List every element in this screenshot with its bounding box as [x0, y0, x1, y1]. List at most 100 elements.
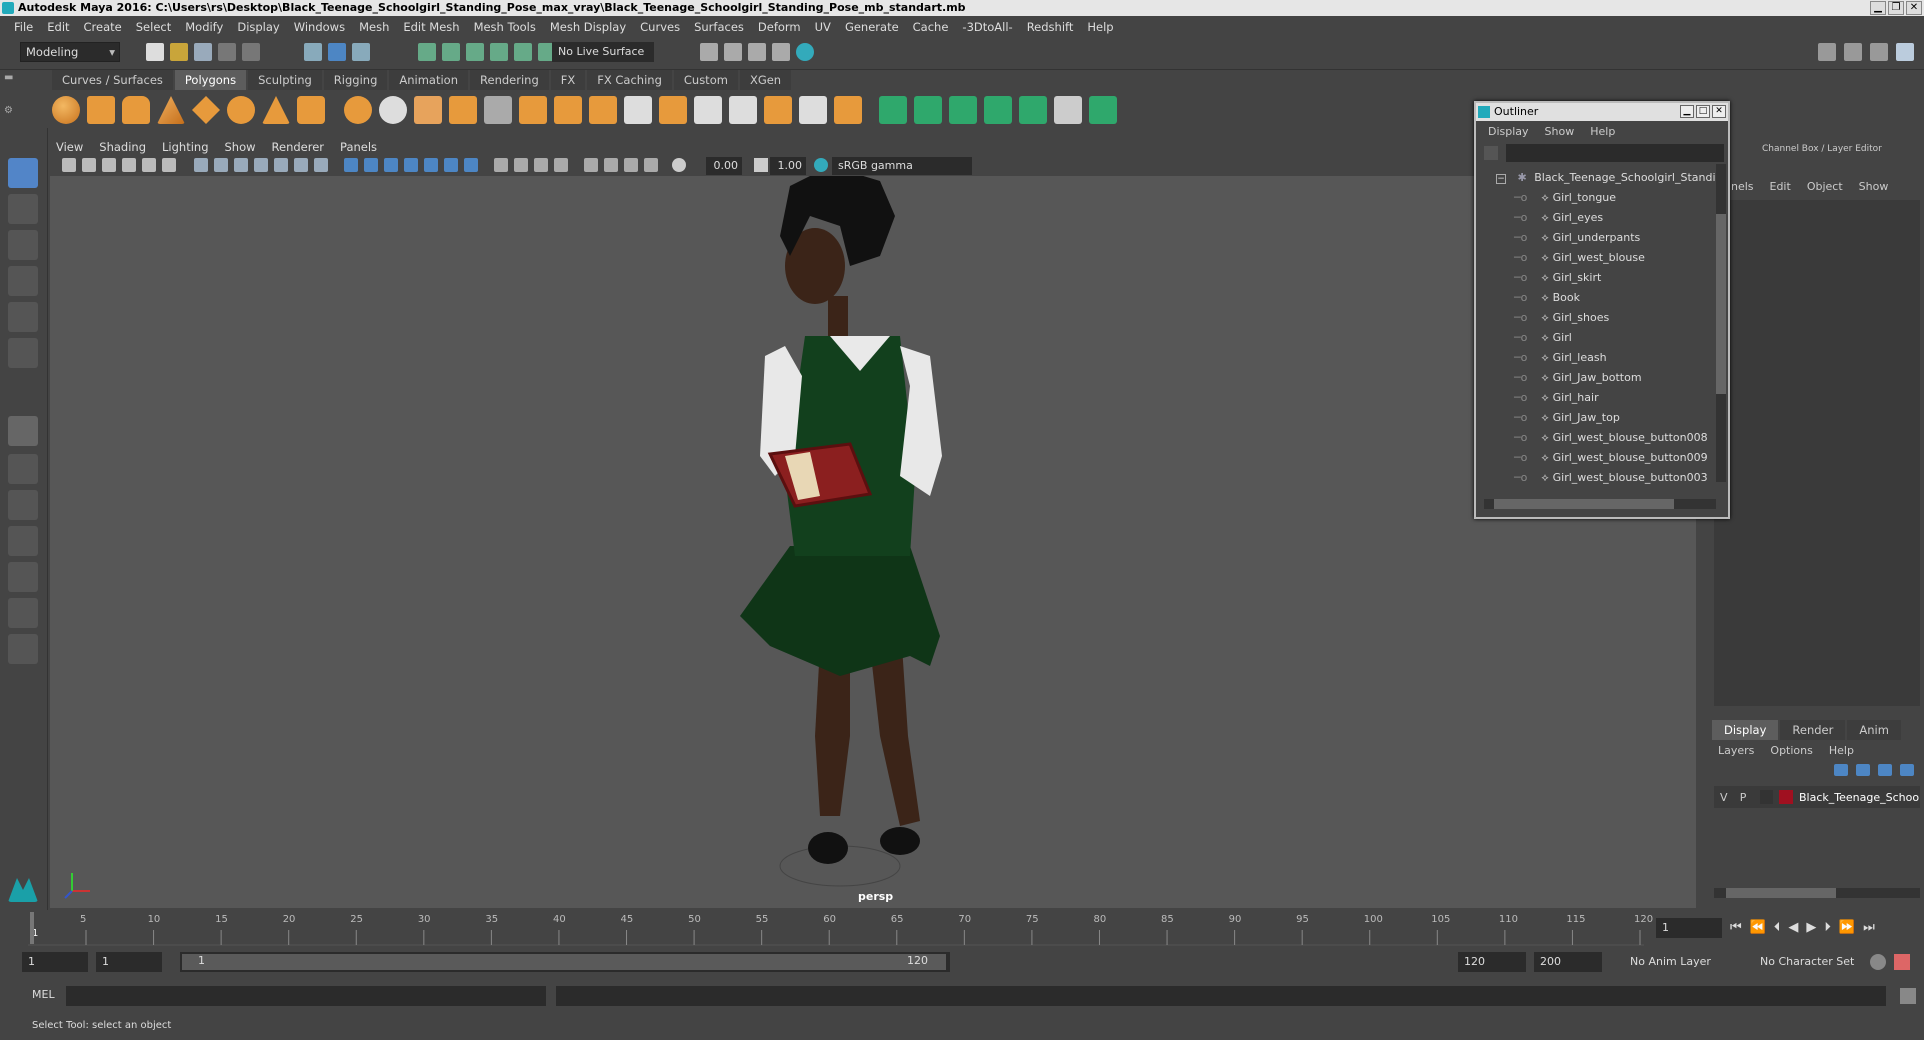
- outliner-item[interactable]: ─o ⟡ Girl_eyes: [1476, 208, 1728, 228]
- outliner-item[interactable]: ─o ⟡ Girl_shoes: [1476, 308, 1728, 328]
- outliner-menu-display[interactable]: Display: [1488, 125, 1529, 138]
- auto-key-icon[interactable]: [1870, 954, 1886, 970]
- layer-color-swatch[interactable]: [1779, 790, 1793, 804]
- cylindrical-uv-icon[interactable]: [914, 96, 942, 124]
- outliner-close-button[interactable]: ✕: [1712, 105, 1726, 118]
- safe-title-icon[interactable]: [314, 158, 328, 172]
- shelf-tab-animation[interactable]: Animation: [389, 70, 469, 90]
- depth-of-field-icon[interactable]: [554, 158, 568, 172]
- poly-plane-icon[interactable]: [192, 96, 220, 124]
- outliner-filter-icon[interactable]: [1484, 146, 1498, 160]
- persp-outliner-layout-icon[interactable]: [8, 490, 38, 520]
- outliner-search-field[interactable]: [1506, 144, 1724, 162]
- rotate-tool-icon[interactable]: [8, 302, 38, 332]
- checker-icon[interactable]: [1054, 96, 1082, 124]
- shelf-tab-rendering[interactable]: Rendering: [470, 70, 549, 90]
- view-transform-dropdown[interactable]: sRGB gamma: [832, 157, 972, 175]
- outliner-item[interactable]: ─o ⟡ Girl_west_blouse_button009: [1476, 448, 1728, 468]
- command-language-label[interactable]: MEL: [32, 988, 55, 1001]
- play-forward-icon[interactable]: ▶: [1806, 920, 1816, 935]
- attribute-editor-icon[interactable]: [1844, 43, 1862, 61]
- select-tool-icon[interactable]: [8, 158, 38, 188]
- outliner-item[interactable]: ─o ⟡ Girl_leash: [1476, 348, 1728, 368]
- menu-modify[interactable]: Modify: [185, 20, 223, 34]
- outliner-item[interactable]: ─o ⟡ Book: [1476, 288, 1728, 308]
- menu-select[interactable]: Select: [136, 20, 171, 34]
- exposure-icon[interactable]: [672, 158, 686, 172]
- menu-file[interactable]: File: [14, 20, 33, 34]
- gamma-field[interactable]: 1.00: [770, 157, 806, 175]
- select-by-component-icon[interactable]: [352, 43, 370, 61]
- target-weld-icon[interactable]: [729, 96, 757, 124]
- poly-cube-icon[interactable]: [87, 96, 115, 124]
- snap-grid-icon[interactable]: [418, 43, 436, 61]
- step-back-frame-icon[interactable]: ⏴: [1774, 920, 1781, 935]
- gamma-icon[interactable]: [754, 158, 768, 172]
- layer-visibility-toggle[interactable]: V: [1720, 791, 1734, 804]
- channel-box-toggle-icon[interactable]: [1896, 43, 1914, 61]
- outliner-item[interactable]: ─o ⟡ Girl_skirt: [1476, 268, 1728, 288]
- safe-action-icon[interactable]: [294, 158, 308, 172]
- custom-layout-icon[interactable]: [8, 634, 38, 664]
- wireframe-icon[interactable]: [344, 158, 358, 172]
- poly-cylinder-icon[interactable]: [122, 96, 150, 124]
- menu-mesh[interactable]: Mesh: [359, 20, 389, 34]
- layer-menu-options[interactable]: Options: [1770, 744, 1812, 757]
- shelf-tab-polygons[interactable]: Polygons: [174, 70, 247, 90]
- outliner-vertical-scrollbar[interactable]: [1716, 164, 1726, 482]
- anti-aliasing-icon[interactable]: [534, 158, 548, 172]
- select-by-object-icon[interactable]: [328, 43, 346, 61]
- viewport-menu-renderer[interactable]: Renderer: [272, 140, 325, 154]
- menu-windows[interactable]: Windows: [294, 20, 345, 34]
- layer-menu-layers[interactable]: Layers: [1718, 744, 1754, 757]
- layer-display-type[interactable]: [1759, 790, 1774, 804]
- menu-display[interactable]: Display: [237, 20, 279, 34]
- layer-name[interactable]: Black_Teenage_School: [1799, 791, 1920, 804]
- current-frame-field[interactable]: 1: [1656, 918, 1722, 938]
- single-perspective-layout-icon[interactable]: [8, 416, 38, 446]
- make-live-icon[interactable]: [514, 43, 532, 61]
- viewport-menu-view[interactable]: View: [56, 140, 83, 154]
- character-set-dropdown[interactable]: No Character Set: [1754, 952, 1864, 972]
- xray-active-icon[interactable]: [644, 158, 658, 172]
- menu-uv[interactable]: UV: [815, 20, 831, 34]
- separate-icon[interactable]: [379, 96, 407, 124]
- paint-select-tool-icon[interactable]: [8, 230, 38, 260]
- snap-point-icon[interactable]: [466, 43, 484, 61]
- outliner-item[interactable]: ─o ⟡ Girl: [1476, 328, 1728, 348]
- layer-tab-anim[interactable]: Anim: [1847, 720, 1901, 740]
- hypershade-icon[interactable]: [796, 43, 814, 61]
- anim-layer-dropdown[interactable]: No Anim Layer: [1624, 952, 1742, 972]
- menu-help[interactable]: Help: [1087, 20, 1113, 34]
- poly-torus-icon[interactable]: [227, 96, 255, 124]
- boolean-icon[interactable]: [449, 96, 477, 124]
- menu-create[interactable]: Create: [84, 20, 122, 34]
- menu-set-dropdown[interactable]: Modeling: [20, 42, 120, 62]
- viewport-menu-panels[interactable]: Panels: [340, 140, 377, 154]
- shelf-tab-curves-surfaces[interactable]: Curves / Surfaces: [52, 70, 173, 90]
- image-plane-icon[interactable]: [122, 158, 136, 172]
- bridge-icon[interactable]: [554, 96, 582, 124]
- shelf-menu-icon[interactable]: ▬: [4, 72, 18, 83]
- grease-pencil-icon[interactable]: [162, 158, 176, 172]
- quadrangulate-icon[interactable]: [834, 96, 862, 124]
- textured-icon[interactable]: [424, 158, 438, 172]
- triangulate-icon[interactable]: [799, 96, 827, 124]
- menu-edit[interactable]: Edit: [47, 20, 69, 34]
- shelf-tab-fx[interactable]: FX: [550, 70, 586, 90]
- poly-sphere-icon[interactable]: [52, 96, 80, 124]
- fill-hole-icon[interactable]: [764, 96, 792, 124]
- snap-view-plane-icon[interactable]: [490, 43, 508, 61]
- outliner-item[interactable]: ─o ⟡ Girl_west_blouse_button003: [1476, 468, 1728, 488]
- live-surface-field[interactable]: No Live Surface: [552, 42, 654, 62]
- tool-settings-icon[interactable]: [1870, 43, 1888, 61]
- new-layer-from-selection-icon[interactable]: [1900, 764, 1914, 776]
- shelf-settings-icon[interactable]: ⚙: [4, 105, 18, 116]
- move-layer-down-icon[interactable]: [1856, 764, 1870, 776]
- hypershade-layout-icon[interactable]: [8, 562, 38, 592]
- outliner-maximize-button[interactable]: □: [1696, 105, 1710, 118]
- outliner-minimize-button[interactable]: ▁: [1680, 105, 1694, 118]
- outliner-item[interactable]: ─o ⟡ Girl_west_blouse: [1476, 248, 1728, 268]
- playback-end-field[interactable]: 120: [1458, 952, 1526, 972]
- close-button[interactable]: ✕: [1906, 1, 1922, 15]
